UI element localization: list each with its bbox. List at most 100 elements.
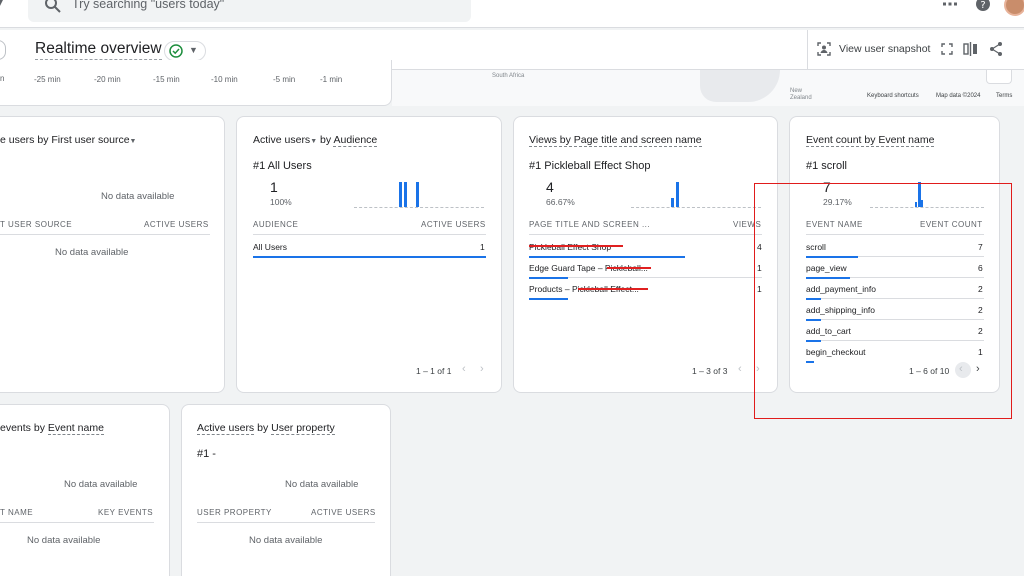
divider: [0, 522, 154, 523]
dimension-selector[interactable]: Audience: [333, 134, 378, 147]
card-title: e users by First user source▼: [0, 134, 136, 146]
no-data-text: No data available: [55, 247, 129, 258]
divider: [807, 30, 808, 70]
terms-link[interactable]: Terms: [996, 93, 1012, 99]
top-item-percent: 66.67%: [546, 197, 575, 207]
column-header[interactable]: AUDIENCE: [253, 220, 298, 229]
prev-page-icon[interactable]: ‹: [462, 363, 466, 375]
table-row-label: All Users: [253, 242, 288, 252]
timeline-tick-fragment: n: [0, 74, 5, 83]
divider: [197, 522, 375, 523]
sparkline-bar: [399, 182, 402, 207]
timeline-tick: -10 min: [211, 75, 238, 84]
column-header[interactable]: USER PROPERTY: [197, 508, 272, 517]
pagination-text: 1 – 3 of 3: [692, 366, 728, 376]
timeline-tick: -5 min: [273, 75, 296, 84]
dimension-selector[interactable]: User property: [271, 422, 335, 435]
card-title-by: by: [320, 134, 332, 146]
card-title-text[interactable]: Views by Page title and screen name: [529, 134, 702, 147]
top-item-value: 1: [270, 179, 278, 195]
card-title: Active users▼ by Audience: [253, 134, 378, 147]
map-zoom-control[interactable]: [986, 70, 1012, 84]
card-audience: [236, 116, 502, 393]
map-data-label: Map data ©2024: [936, 93, 981, 99]
chevron-down-icon[interactable]: ▼: [130, 138, 137, 145]
map-label: New Zealand: [790, 88, 812, 101]
menu-fragment-icon[interactable]: ▾: [0, 0, 3, 11]
pagination-text: 1 – 1 of 1: [416, 366, 452, 376]
search-icon: [45, 0, 61, 13]
no-data-text: No data available: [64, 479, 138, 490]
column-header[interactable]: T NAME: [0, 508, 33, 517]
card-title-text: events by: [0, 422, 45, 434]
help-icon[interactable]: ?: [975, 0, 991, 12]
column-header[interactable]: T USER SOURCE: [0, 220, 72, 229]
page-title: Realtime overview: [35, 40, 162, 60]
redaction-mark: [607, 267, 651, 269]
sparkline-baseline: [631, 207, 761, 208]
top-item-label: #1 -: [197, 448, 216, 460]
keyboard-shortcuts-link[interactable]: Keyboard shortcuts: [867, 93, 919, 99]
svg-text:?: ?: [980, 0, 985, 11]
row-share-bar: [529, 256, 685, 258]
sparkline-baseline: [354, 207, 484, 208]
search-input[interactable]: Try searching "users today": [72, 0, 224, 11]
top-item-label: #1 All Users: [253, 160, 312, 172]
row-share-bar: [253, 256, 486, 258]
no-data-text: No data available: [101, 191, 175, 202]
top-item-percent: 100%: [270, 197, 292, 207]
top-item-label: #1 scroll: [806, 160, 847, 172]
fullscreen-icon[interactable]: [941, 43, 953, 55]
check-circle-icon: [169, 44, 183, 58]
divider: [0, 234, 210, 235]
card-views: [513, 116, 778, 393]
table-row-label: Pickleball Effect Shop: [529, 242, 612, 252]
card-title: events by Event name: [0, 422, 104, 435]
no-data-text: No data available: [285, 479, 359, 490]
column-header[interactable]: PAGE TITLE AND SCREEN ...: [529, 220, 650, 229]
prev-page-icon[interactable]: ‹: [738, 363, 742, 375]
timeline-tick: -20 min: [94, 75, 121, 84]
dimension-selector[interactable]: Event name: [47, 422, 104, 435]
row-share-bar: [529, 277, 568, 279]
sparkline-bar: [404, 182, 407, 207]
row-share-bar: [529, 298, 568, 300]
card-title: Event count by Event name: [806, 134, 935, 147]
user-snapshot-icon[interactable]: [817, 42, 831, 56]
no-data-text: No data available: [249, 535, 323, 546]
next-page-icon[interactable]: ›: [480, 363, 484, 375]
column-header[interactable]: ACTIVE USERS: [421, 220, 486, 229]
card-title: Active users by User property: [197, 422, 335, 435]
sparkline-bar: [416, 182, 419, 207]
column-header[interactable]: ACTIVE USERS: [311, 508, 376, 517]
annotation-highlight-box: [754, 183, 1012, 419]
divider: [529, 234, 762, 235]
card-title-by: by: [257, 422, 269, 434]
map-label: South Africa: [492, 73, 525, 79]
column-header[interactable]: KEY EVENTS: [98, 508, 153, 517]
column-header[interactable]: ACTIVE USERS: [144, 220, 209, 229]
metric-selector[interactable]: Active users: [253, 134, 310, 146]
no-data-text: No data available: [27, 535, 101, 546]
top-item-value: 4: [546, 179, 554, 195]
card-title-text: e users by First user source: [0, 134, 130, 146]
divider: [253, 234, 486, 235]
redaction-mark: [578, 288, 648, 290]
view-user-snapshot-button[interactable]: View user snapshot: [839, 43, 930, 55]
card-title-text[interactable]: Event count by Event name: [806, 134, 935, 147]
card-title: Views by Page title and screen name: [529, 134, 702, 147]
metric-selector[interactable]: Active users: [197, 422, 255, 435]
status-chip[interactable]: ▼: [164, 41, 206, 61]
timeline-tick: -25 min: [34, 75, 61, 84]
top-item-label: #1 Pickleball Effect Shop: [529, 160, 651, 172]
chevron-down-icon: ▼: [189, 45, 198, 55]
sparkline-bar: [676, 182, 679, 207]
sparkline-bar: [671, 198, 674, 207]
share-icon[interactable]: [988, 41, 1004, 57]
compare-icon[interactable]: [963, 42, 978, 56]
apps-grid-icon[interactable]: [942, 0, 958, 12]
table-row-value: 1: [480, 242, 485, 252]
chevron-down-icon[interactable]: ▼: [310, 138, 317, 145]
timeline-tick: -1 min: [320, 75, 343, 84]
redaction-mark: [529, 245, 623, 247]
